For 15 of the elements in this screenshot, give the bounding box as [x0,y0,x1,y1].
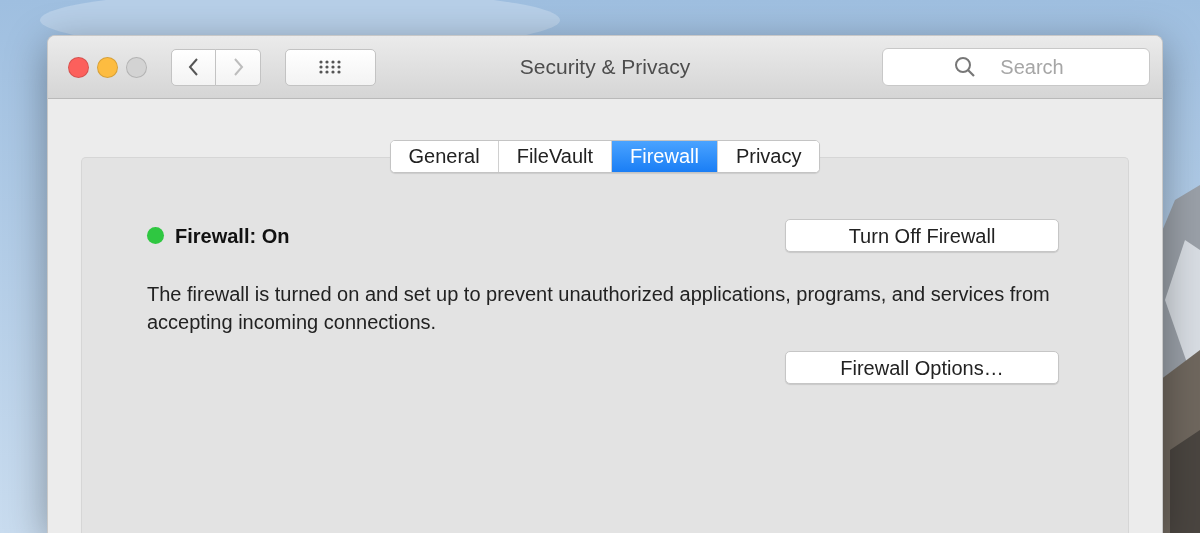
show-all-button[interactable] [285,48,376,86]
window-control[interactable] [68,56,89,78]
window-control[interactable] [97,56,118,78]
description-text: The firewall is turned on and set up to prevent unauthorized applications, programs, and services from accepting incoming connections. [147,282,1051,335]
tab[interactable]: Privacy [716,141,820,172]
search-field[interactable]: Search [882,48,1150,86]
grid-icon [318,60,343,74]
window-control[interactable] [126,56,147,78]
tab[interactable]: General [390,141,498,172]
back-button[interactable] [171,48,216,86]
window-title: Security & Privacy [519,55,691,79]
options-button[interactable]: Firewall Options… [785,351,1059,384]
status-label: Firewall: On [175,223,290,249]
turn-off-button[interactable]: Turn Off Firewall [785,219,1059,252]
tab[interactable]: FileVault [497,141,611,172]
